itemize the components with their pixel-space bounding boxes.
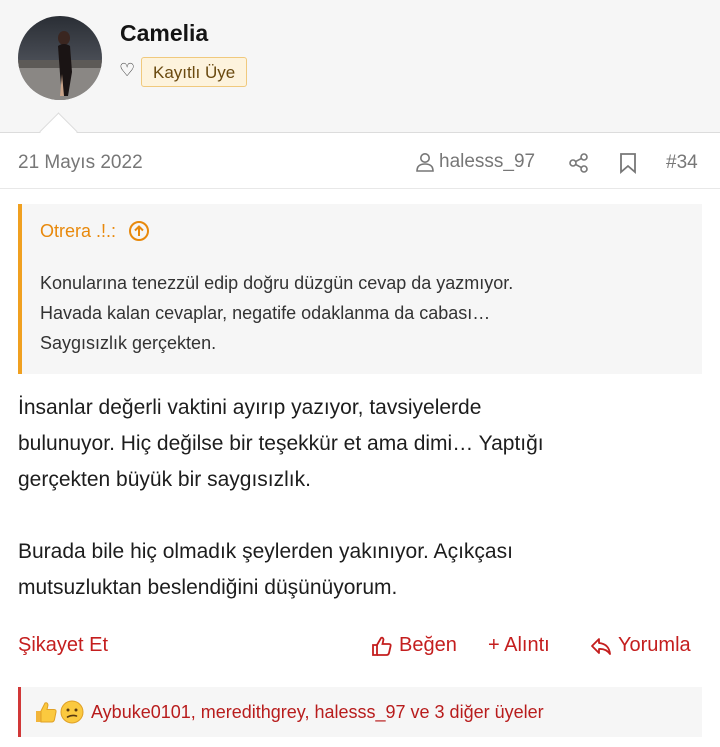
quote-block: Otrera .!.: Konularına tenezzül edip doğ… bbox=[18, 204, 702, 374]
reaction-icons bbox=[33, 699, 85, 725]
post-author[interactable]: halesss_97 bbox=[415, 151, 535, 173]
post-header: Camelia ♡ Kayıtlı Üye bbox=[0, 0, 720, 133]
heart-icon: ♡ bbox=[119, 60, 136, 80]
confused-emoji bbox=[60, 700, 84, 724]
post-actions: Şikayet Et Beğen + Alıntı Yorumla bbox=[0, 632, 720, 664]
thumbs-up-emoji bbox=[36, 702, 57, 723]
bookmark-icon[interactable] bbox=[619, 152, 637, 174]
post-meta: 21 Mayıs 2022 halesss_97 #34 bbox=[0, 132, 720, 189]
quote-button[interactable]: + Alıntı bbox=[488, 634, 550, 657]
quote-author[interactable]: Otrera .!.: bbox=[40, 221, 116, 242]
quote-label: + Alıntı bbox=[488, 634, 550, 656]
quote-line: Konularına tenezzül edip doğru düzgün ce… bbox=[40, 273, 514, 293]
quote-line: Havada kalan cevaplar, negatife odaklanm… bbox=[40, 303, 491, 323]
message-line: Burada bile hiç olmadık şeylerden yakını… bbox=[18, 540, 513, 563]
reactions-bar[interactable]: Aybuke0101, meredithgrey, halesss_97 ve … bbox=[18, 687, 702, 737]
like-label: Beğen bbox=[399, 634, 457, 656]
reply-label: Yorumla bbox=[618, 634, 691, 656]
arrow-up-circle-icon[interactable] bbox=[128, 220, 150, 242]
message-line: gerçekten büyük bir saygısızlık. bbox=[18, 468, 311, 491]
post-number[interactable]: #34 bbox=[666, 152, 698, 174]
message-line: İnsanlar değerli vaktini ayırıp yazıyor,… bbox=[18, 396, 482, 419]
author-name: halesss_97 bbox=[439, 151, 536, 172]
reply-button[interactable]: Yorumla bbox=[590, 634, 691, 657]
reaction-users[interactable]: Aybuke0101, meredithgrey, halesss_97 ve … bbox=[91, 702, 544, 723]
report-button[interactable]: Şikayet Et bbox=[18, 634, 108, 657]
post-date[interactable]: 21 Mayıs 2022 bbox=[18, 152, 143, 174]
username[interactable]: Camelia bbox=[120, 20, 208, 47]
thumbs-up-icon bbox=[372, 636, 392, 656]
user-icon bbox=[416, 153, 434, 172]
user-badge: Kayıtlı Üye bbox=[141, 57, 248, 87]
like-button[interactable]: Beğen bbox=[371, 634, 457, 657]
quote-line: Saygısızlık gerçekten. bbox=[40, 333, 217, 353]
message-line: mutsuzluktan beslendiğini düşünüyorum. bbox=[18, 576, 398, 599]
reply-icon bbox=[591, 637, 611, 655]
quote-header[interactable]: Otrera .!.: bbox=[40, 220, 150, 242]
avatar[interactable] bbox=[18, 16, 102, 100]
message-line: bulunuyor. Hiç değilse bir teşekkür et a… bbox=[18, 432, 544, 455]
post-message: İnsanlar değerli vaktini ayırıp yazıyor,… bbox=[18, 390, 698, 606]
quote-body: Konularına tenezzül edip doğru düzgün ce… bbox=[40, 268, 513, 358]
share-icon[interactable] bbox=[568, 152, 590, 174]
